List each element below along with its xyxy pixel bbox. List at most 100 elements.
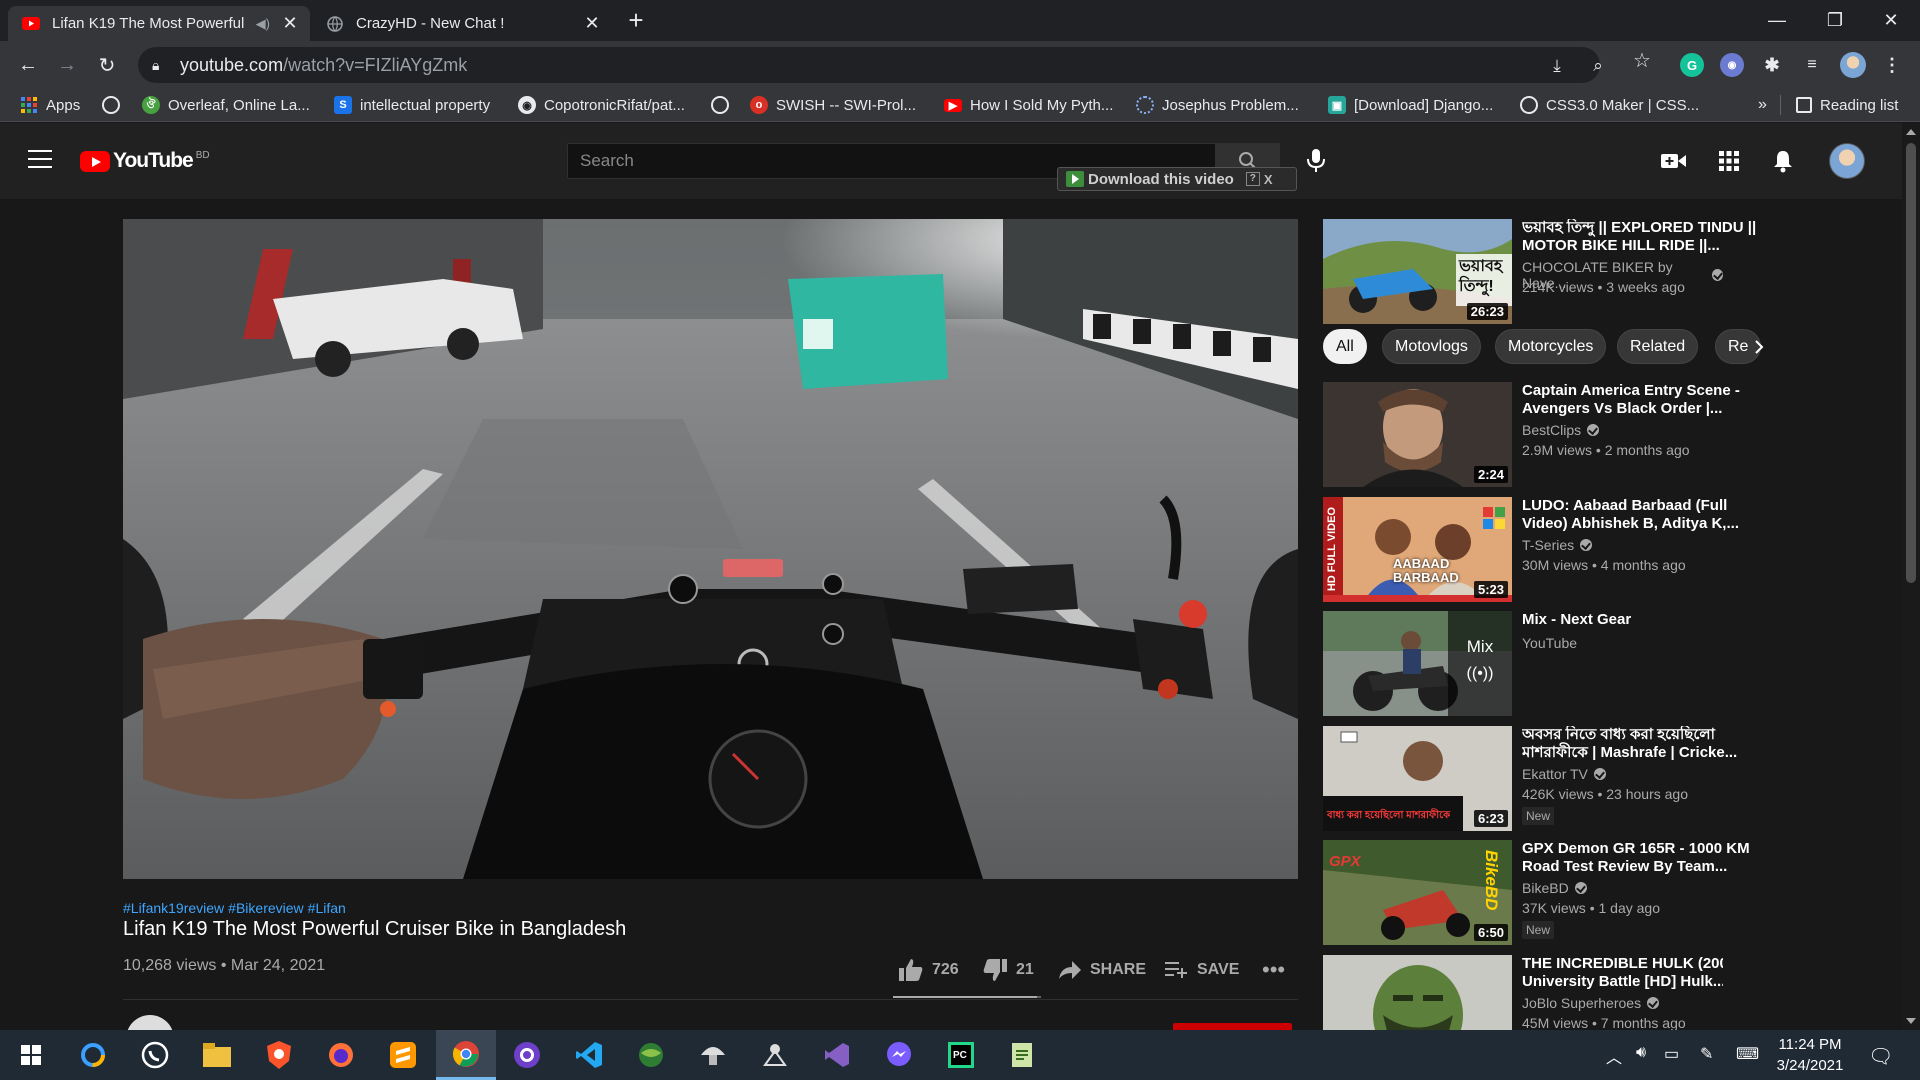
recommended-video[interactable]: THE INCREDIBLE HULK (2008) University Ba… bbox=[1323, 955, 1723, 1030]
video-title[interactable]: ভয়াবহ তিন্দু || EXPLORED TINDU || MOTOR… bbox=[1522, 219, 1757, 255]
bookmark-star-icon[interactable]: ☆ bbox=[1631, 49, 1653, 72]
create-video-icon[interactable] bbox=[1661, 149, 1687, 173]
extension-icon[interactable]: ◉ bbox=[1720, 53, 1744, 77]
download-close-icon[interactable]: X bbox=[1264, 172, 1273, 187]
chip-motorcycles[interactable]: Motorcycles bbox=[1495, 329, 1607, 364]
video-title[interactable]: Captain America Entry Scene - Avengers V… bbox=[1522, 382, 1757, 418]
recommended-video-top[interactable]: ভয়াবহ তিন্দু! 26:23 ভয়াবহ তিন্দু || EX… bbox=[1323, 219, 1756, 324]
visual-studio-icon[interactable] bbox=[820, 1038, 854, 1072]
hashtag-link[interactable]: #Lifank19review bbox=[123, 900, 224, 916]
video-thumbnail[interactable] bbox=[1323, 955, 1512, 1030]
more-actions-icon[interactable]: ••• bbox=[1262, 955, 1285, 985]
close-window-icon[interactable]: ✕ bbox=[1862, 0, 1920, 41]
search-ring-icon[interactable] bbox=[76, 1038, 110, 1072]
scrollbar-thumb[interactable] bbox=[1906, 143, 1916, 583]
guide-menu-icon[interactable] bbox=[28, 150, 52, 168]
sublime-text-icon[interactable] bbox=[386, 1038, 420, 1072]
video-player[interactable] bbox=[123, 219, 1298, 879]
bookmark-overleaf[interactable]: ঔ Overleaf, Online La... bbox=[142, 94, 310, 116]
video-title[interactable]: GPX Demon GR 165R - 1000 KM Road Test Re… bbox=[1522, 840, 1757, 876]
reload-icon[interactable]: ↻ bbox=[93, 51, 121, 79]
bookmark-apps[interactable]: Apps bbox=[20, 94, 80, 116]
forward-icon[interactable]: → bbox=[53, 51, 81, 79]
recommended-video[interactable]: বাধ্য করা হয়েছিলো মাশরাফীকে 6:23 অবসর ন… bbox=[1323, 726, 1737, 831]
recommended-mix[interactable]: Mix ((•)) Mix - Next Gear YouTube bbox=[1323, 611, 1723, 716]
video-thumbnail[interactable]: 2:24 bbox=[1323, 382, 1512, 487]
channel-name[interactable]: YouTube bbox=[1522, 635, 1577, 651]
windows-start-icon[interactable] bbox=[14, 1038, 48, 1072]
url-text[interactable]: youtube.com/watch?v=FIZliAYgZmk bbox=[180, 55, 467, 76]
lock-icon[interactable]: 🔒︎ bbox=[152, 57, 168, 74]
bookmark-ip[interactable]: Sintellectual property bbox=[334, 94, 490, 116]
zoom-icon[interactable]: ⌕ bbox=[1587, 55, 1609, 77]
share-button[interactable]: SHARE bbox=[1058, 955, 1146, 985]
download-help-icon[interactable]: ? bbox=[1245, 172, 1260, 186]
bookmark-css[interactable]: CSS3.0 Maker | CSS... bbox=[1520, 94, 1699, 116]
channel-name[interactable]: Ekattor TV bbox=[1522, 766, 1606, 782]
brave-browser-icon[interactable] bbox=[262, 1038, 296, 1072]
recommended-video[interactable]: HD FULL VIDEO AABAAD BARBAAD 5:23 LUDO: … bbox=[1323, 497, 1739, 602]
channel-name[interactable]: JoBlo Superheroes bbox=[1522, 995, 1660, 1011]
apps-grid-icon[interactable] bbox=[1716, 149, 1742, 173]
back-icon[interactable]: ← bbox=[14, 51, 42, 79]
menu-kebab-icon[interactable]: ⋮ bbox=[1880, 53, 1904, 77]
extensions-puzzle-icon[interactable]: ✱ bbox=[1760, 53, 1784, 77]
video-thumbnail[interactable]: বাধ্য করা হয়েছিলো মাশরাফীকে 6:23 bbox=[1323, 726, 1512, 831]
mushroom-app-icon[interactable] bbox=[696, 1038, 730, 1072]
chips-next-arrow-icon[interactable] bbox=[1745, 333, 1773, 361]
like-button[interactable]: 726 bbox=[898, 955, 959, 985]
page-scrollbar[interactable] bbox=[1902, 123, 1920, 1030]
video-thumbnail[interactable]: Mix ((•)) bbox=[1323, 611, 1512, 716]
bookmark-python[interactable]: ▶ How I Sold My Pyth... bbox=[944, 94, 1113, 116]
green-globe-app-icon[interactable] bbox=[634, 1038, 668, 1072]
reading-list-button[interactable]: Reading list bbox=[1796, 94, 1898, 116]
vscode-icon[interactable] bbox=[572, 1038, 606, 1072]
bookmark-swish[interactable]: o SWISH -- SWI-Prol... bbox=[750, 94, 916, 116]
download-video-bar[interactable]: Download this video ? X bbox=[1057, 167, 1297, 191]
bookmark-django[interactable]: ▣ [Download] Django... bbox=[1328, 94, 1493, 116]
keyboard-icon[interactable]: ⌨ bbox=[1736, 1044, 1759, 1064]
profile-avatar[interactable] bbox=[1840, 52, 1866, 78]
address-bar[interactable]: 🔒︎ youtube.com/watch?v=FIZliAYgZmk ⤓ ⌕ bbox=[138, 47, 1603, 83]
recommended-video[interactable]: 2:24 Captain America Entry Scene - Aveng… bbox=[1323, 382, 1740, 487]
satellite-app-icon[interactable] bbox=[758, 1038, 792, 1072]
video-title[interactable]: Mix - Next Gear bbox=[1522, 611, 1757, 629]
hashtag-link[interactable]: #Lifan bbox=[308, 900, 346, 916]
tab-youtube[interactable]: Lifan K19 The Most Powerful ◀) ✕ bbox=[8, 6, 310, 41]
video-thumbnail[interactable]: ভয়াবহ তিন্দু! 26:23 bbox=[1323, 219, 1512, 324]
bookmark-github[interactable]: ◉ CopotronicRifat/pat... bbox=[518, 94, 685, 116]
firefox-icon[interactable] bbox=[324, 1038, 358, 1072]
video-title[interactable]: LUDO: Aabaad Barbaad (Full Video) Abhish… bbox=[1522, 497, 1757, 533]
voice-search-mic-icon[interactable] bbox=[1304, 147, 1328, 175]
file-explorer-icon[interactable] bbox=[200, 1038, 234, 1072]
chip-motovlogs[interactable]: Motovlogs bbox=[1382, 329, 1481, 364]
whatsapp-icon[interactable] bbox=[138, 1038, 172, 1072]
scroll-down-arrow-icon[interactable] bbox=[1906, 1018, 1916, 1024]
save-button[interactable]: SAVE bbox=[1165, 955, 1239, 985]
new-tab-button[interactable]: + bbox=[622, 6, 650, 34]
pen-icon[interactable]: ✎ bbox=[1700, 1044, 1713, 1064]
install-icon[interactable]: ⤓ bbox=[1546, 55, 1568, 77]
notifications-bell-icon[interactable] bbox=[1770, 149, 1796, 173]
messenger-icon[interactable] bbox=[882, 1038, 916, 1072]
minimize-icon[interactable]: — bbox=[1748, 0, 1806, 41]
video-thumbnail[interactable]: HD FULL VIDEO AABAAD BARBAAD 5:23 bbox=[1323, 497, 1512, 602]
video-title[interactable]: THE INCREDIBLE HULK (2008) University Ba… bbox=[1522, 955, 1723, 991]
account-avatar[interactable] bbox=[1829, 143, 1865, 179]
channel-name[interactable]: T-Series bbox=[1522, 537, 1593, 553]
grammarly-icon[interactable]: G bbox=[1680, 53, 1704, 77]
youtube-logo[interactable]: YouTube BD bbox=[80, 149, 210, 173]
pycharm-icon[interactable]: PC bbox=[944, 1038, 978, 1072]
more-bookmarks-button[interactable]: » bbox=[1758, 94, 1767, 116]
hashtag-link[interactable]: #Bikereview bbox=[228, 900, 303, 916]
tab-crazyhd[interactable]: CrazyHD - New Chat ! ✕ bbox=[312, 6, 612, 41]
channel-name[interactable]: BestClips bbox=[1522, 422, 1600, 438]
notepad-app-icon[interactable] bbox=[1006, 1038, 1040, 1072]
speaker-icon[interactable]: ◀) bbox=[256, 16, 270, 32]
volume-icon[interactable]: 🔊︎ bbox=[1636, 1044, 1646, 1062]
media-control-icon[interactable]: ≡ bbox=[1800, 53, 1824, 77]
recommended-video[interactable]: GPX BikeBD 6:50 GPX Demon GR 165R - 1000… bbox=[1323, 840, 1750, 945]
bookmark-josephus[interactable]: Josephus Problem... bbox=[1136, 94, 1299, 116]
notifications-icon[interactable]: 🗨︎ bbox=[1868, 1044, 1893, 1069]
dislike-button[interactable]: 21 bbox=[982, 955, 1034, 985]
